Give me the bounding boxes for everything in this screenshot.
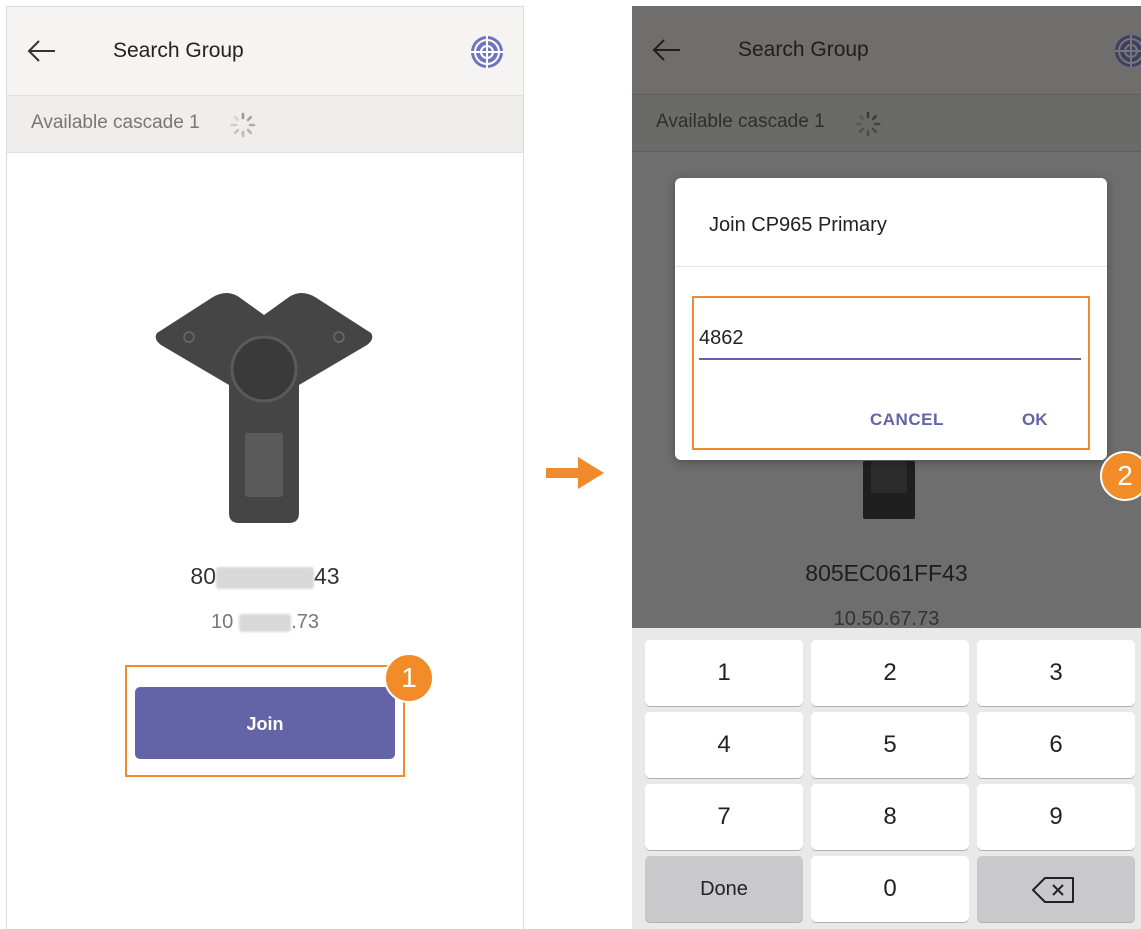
status-bar: Available cascade 1 [632,95,1141,152]
spinner-icon [855,111,881,137]
device-id: 80 43 [190,563,340,589]
left-phone-screen: Search Group Available cascade 1 80 43 1… [6,6,524,929]
numeric-keypad: 1 2 3 4 5 6 7 8 9 Done 0 [632,628,1141,929]
page-title: Search Group [113,39,244,62]
globe-icon[interactable] [469,34,505,70]
back-arrow-icon [652,39,680,61]
key-4[interactable]: 4 [645,712,803,778]
key-2[interactable]: 2 [811,640,969,706]
right-phone-screen: Search Group Available cascade 1 805EC06… [632,6,1141,929]
cascade-status: Available cascade 1 [31,112,200,133]
key-0[interactable]: 0 [811,856,969,922]
key-1[interactable]: 1 [645,640,803,706]
step-badge-2: 2 [1100,451,1141,501]
header-bar: Search Group [7,7,523,96]
done-key[interactable]: Done [645,856,803,922]
device-id: 805EC061FF43 [805,560,968,586]
arrow-right-icon [546,457,604,489]
device-ip: 10.73 [210,611,320,633]
back-arrow-icon[interactable] [25,37,57,65]
globe-icon [1115,35,1141,67]
key-5[interactable]: 5 [811,712,969,778]
backspace-icon [1032,877,1074,903]
redacted-id [216,566,314,589]
spinner-icon [230,112,256,138]
key-3[interactable]: 3 [977,640,1135,706]
cascade-status: Available cascade 1 [656,111,825,132]
join-dialog: Join CP965 Primary CANCEL OK 2 [675,178,1141,501]
dialog-title: Join CP965 Primary [709,214,887,236]
step-badge-1: 1 [384,653,434,703]
key-6[interactable]: 6 [977,712,1135,778]
cancel-button[interactable]: CANCEL [870,410,944,430]
pin-input[interactable] [699,318,1081,360]
key-9[interactable]: 9 [977,784,1135,850]
key-7[interactable]: 7 [645,784,803,850]
ok-button[interactable]: OK [1022,410,1048,430]
conference-phone-image [155,293,373,523]
header-bar: Search Group [632,6,1141,95]
backspace-key[interactable] [977,856,1135,922]
join-button[interactable]: Join [135,687,395,759]
page-title: Search Group [738,38,869,61]
key-8[interactable]: 8 [811,784,969,850]
divider [675,266,1107,267]
status-bar: Available cascade 1 [7,96,523,153]
redacted-ip [239,613,292,632]
conference-phone-image [863,461,915,519]
